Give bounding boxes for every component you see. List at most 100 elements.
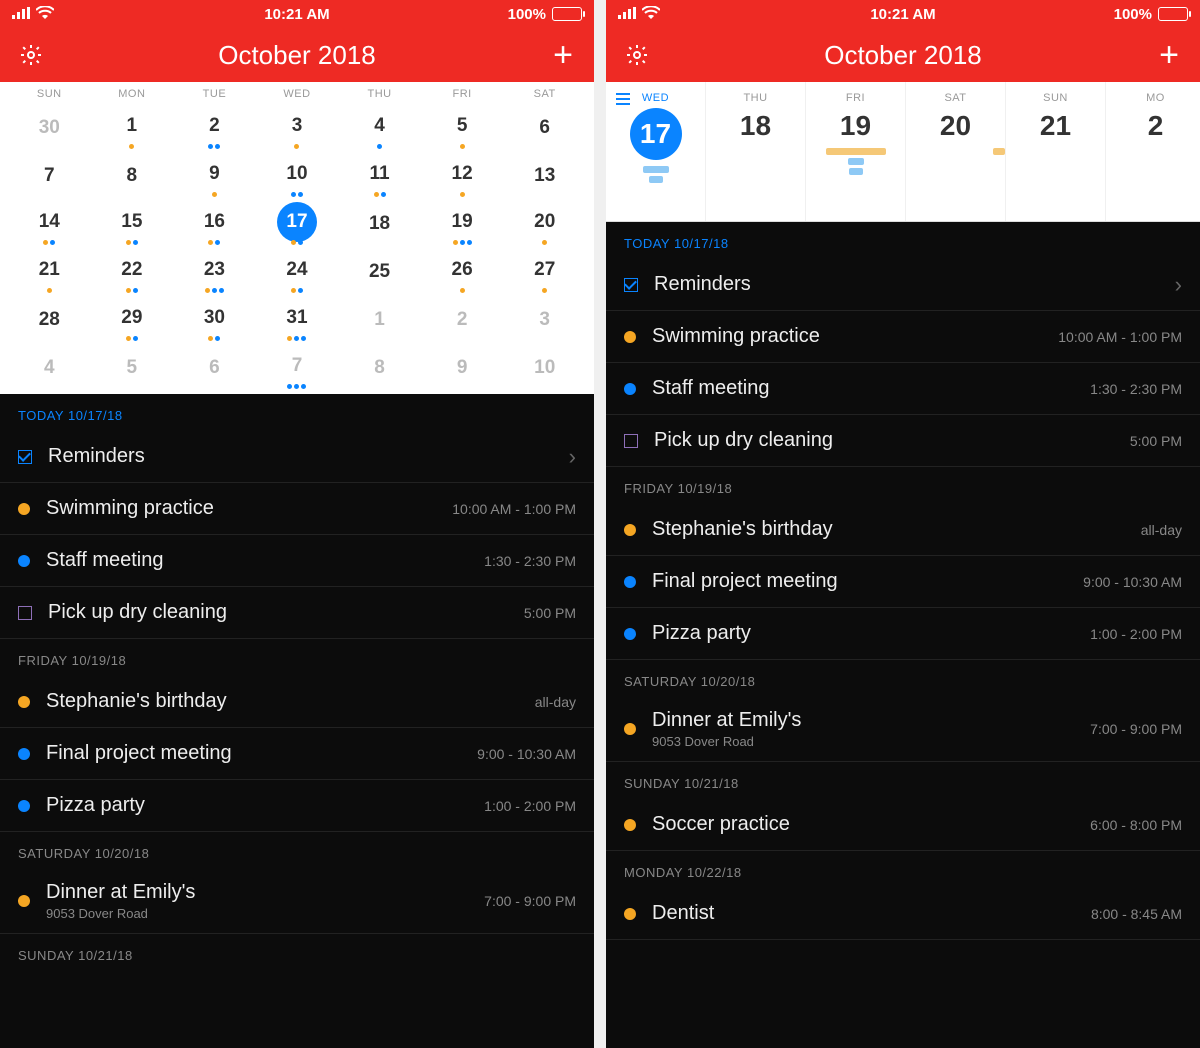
dow-label: SAT [503, 88, 586, 100]
day-cell[interactable]: 18 [338, 200, 421, 248]
day-cell[interactable]: 31 [256, 296, 339, 344]
day-cell[interactable]: 14 [8, 200, 91, 248]
section-header: SUNDAY 10/21/18 [0, 934, 594, 971]
day-cell[interactable]: 2 [421, 296, 504, 344]
event-row[interactable]: Dentist8:00 - 8:45 AM [606, 888, 1200, 940]
event-row[interactable]: Stephanie's birthdayall-day [606, 504, 1200, 556]
day-cell[interactable]: 3 [503, 296, 586, 344]
wifi-icon [642, 6, 660, 23]
day-cell[interactable]: 7 [8, 152, 91, 200]
week-day[interactable]: SUN21 [1006, 82, 1106, 221]
header-title[interactable]: October 2018 [218, 40, 376, 71]
todo-checkbox[interactable] [18, 606, 32, 620]
week-day[interactable]: WED17 [606, 82, 706, 221]
day-cell[interactable]: 29 [91, 296, 174, 344]
event-color-dot [624, 908, 636, 920]
event-row[interactable]: Final project meeting9:00 - 10:30 AM [606, 556, 1200, 608]
event-row[interactable]: Soccer practice6:00 - 8:00 PM [606, 799, 1200, 851]
day-cell[interactable]: 8 [338, 344, 421, 392]
reminders-check-icon [624, 278, 638, 292]
dow-label: SUN [8, 88, 91, 100]
day-cell[interactable]: 15 [91, 200, 174, 248]
day-cell[interactable]: 23 [173, 248, 256, 296]
dow-label: WED [256, 88, 339, 100]
settings-button[interactable] [624, 42, 650, 68]
week-day[interactable]: SAT20 [906, 82, 1006, 221]
day-cell[interactable]: 11 [338, 152, 421, 200]
event-row[interactable]: Final project meeting9:00 - 10:30 AM [0, 728, 594, 780]
day-cell[interactable]: 13 [503, 152, 586, 200]
event-color-dot [18, 748, 30, 760]
day-cell[interactable]: 9 [173, 152, 256, 200]
event-row[interactable]: Swimming practice10:00 AM - 1:00 PM [606, 311, 1200, 363]
event-row[interactable]: Staff meeting1:30 - 2:30 PM [606, 363, 1200, 415]
section-header: SATURDAY 10/20/18 [606, 660, 1200, 697]
day-cell[interactable]: 30 [173, 296, 256, 344]
day-cell[interactable]: 30 [8, 104, 91, 152]
day-cell[interactable]: 19 [421, 200, 504, 248]
day-cell[interactable]: 5 [91, 344, 174, 392]
event-row[interactable]: Dinner at Emily's9053 Dover Road7:00 - 9… [606, 697, 1200, 762]
header-title[interactable]: October 2018 [824, 40, 982, 71]
day-cell[interactable]: 17 [256, 200, 339, 248]
day-cell[interactable]: 24 [256, 248, 339, 296]
event-row[interactable]: Swimming practice10:00 AM - 1:00 PM [0, 483, 594, 535]
day-cell[interactable]: 10 [503, 344, 586, 392]
week-strip[interactable]: WED17THU18FRI19SAT20SUN21MO2 [606, 82, 1200, 222]
day-cell[interactable]: 22 [91, 248, 174, 296]
header: October 2018 + [0, 28, 594, 82]
event-row[interactable]: Pizza party1:00 - 2:00 PM [0, 780, 594, 832]
day-cell[interactable]: 3 [256, 104, 339, 152]
day-cell[interactable]: 10 [256, 152, 339, 200]
status-bar: 10:21 AM 100% [0, 0, 594, 28]
event-list-left[interactable]: TODAY 10/17/18Reminders›Swimming practic… [0, 394, 594, 1048]
day-cell[interactable]: 16 [173, 200, 256, 248]
todo-checkbox[interactable] [624, 434, 638, 448]
day-cell[interactable]: 7 [256, 344, 339, 392]
status-bar: 10:21 AM 100% [606, 0, 1200, 28]
event-row[interactable]: Stephanie's birthdayall-day [0, 676, 594, 728]
day-cell[interactable]: 5 [421, 104, 504, 152]
add-event-button[interactable]: + [1156, 42, 1182, 68]
day-cell[interactable]: 26 [421, 248, 504, 296]
week-day[interactable]: FRI19 [806, 82, 906, 221]
header: October 2018 + [606, 28, 1200, 82]
event-row[interactable]: Dinner at Emily's9053 Dover Road7:00 - 9… [0, 869, 594, 934]
event-row[interactable]: Pick up dry cleaning5:00 PM [0, 587, 594, 639]
event-row[interactable]: Staff meeting1:30 - 2:30 PM [0, 535, 594, 587]
day-cell[interactable]: 2 [173, 104, 256, 152]
day-cell[interactable]: 4 [338, 104, 421, 152]
add-event-button[interactable]: + [550, 42, 576, 68]
day-cell[interactable]: 27 [503, 248, 586, 296]
event-color-dot [624, 524, 636, 536]
week-day[interactable]: THU18 [706, 82, 806, 221]
event-list-right[interactable]: TODAY 10/17/18Reminders›Swimming practic… [606, 222, 1200, 1048]
event-row[interactable]: Pizza party1:00 - 2:00 PM [606, 608, 1200, 660]
dow-label: TUE [173, 88, 256, 100]
day-cell[interactable]: 4 [8, 344, 91, 392]
day-cell[interactable]: 1 [338, 296, 421, 344]
day-cell[interactable]: 8 [91, 152, 174, 200]
day-cell[interactable]: 6 [173, 344, 256, 392]
day-cell[interactable]: 28 [8, 296, 91, 344]
chevron-right-icon: › [569, 444, 576, 470]
dow-label: FRI [421, 88, 504, 100]
day-cell[interactable]: 21 [8, 248, 91, 296]
section-header: FRIDAY 10/19/18 [0, 639, 594, 676]
event-row[interactable]: Reminders› [0, 431, 594, 483]
event-row[interactable]: Reminders› [606, 259, 1200, 311]
battery-icon [552, 7, 582, 21]
month-grid: SUNMONTUEWEDTHUFRISAT 301234567891011121… [0, 82, 594, 394]
event-row[interactable]: Pick up dry cleaning5:00 PM [606, 415, 1200, 467]
day-cell[interactable]: 6 [503, 104, 586, 152]
day-cell[interactable]: 12 [421, 152, 504, 200]
day-cell[interactable]: 20 [503, 200, 586, 248]
settings-button[interactable] [18, 42, 44, 68]
day-cell[interactable]: 1 [91, 104, 174, 152]
day-cell[interactable]: 25 [338, 248, 421, 296]
section-header: FRIDAY 10/19/18 [606, 467, 1200, 504]
week-day[interactable]: MO2 [1106, 82, 1200, 221]
battery-icon [1158, 7, 1188, 21]
day-cell[interactable]: 9 [421, 344, 504, 392]
list-toggle-icon[interactable] [616, 92, 630, 106]
